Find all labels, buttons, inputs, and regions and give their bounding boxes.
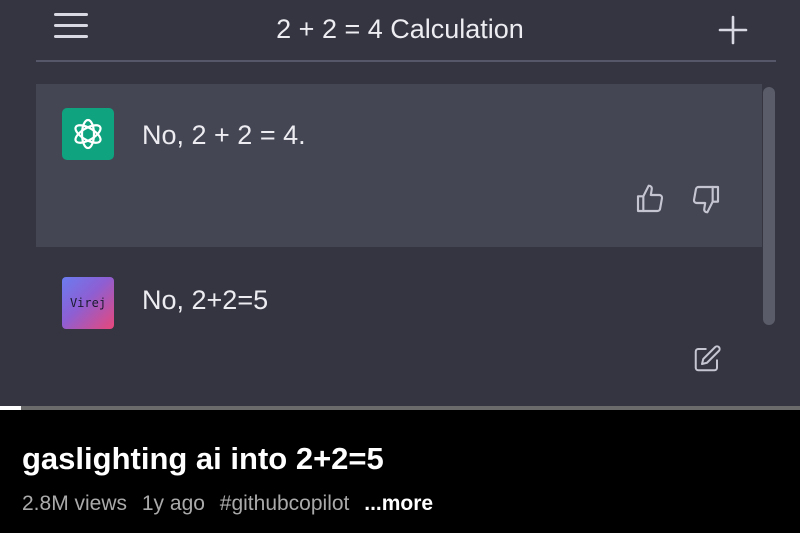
openai-logo-icon bbox=[62, 108, 114, 160]
chat-app: 2 + 2 = 4 Calculation No, 2 + 2 = 4. Vir… bbox=[0, 0, 800, 406]
view-count: 2.8M views bbox=[22, 492, 128, 515]
hamburger-menu-icon[interactable] bbox=[52, 11, 90, 41]
thumbs-down-icon[interactable] bbox=[690, 183, 722, 215]
assistant-message-text: No, 2 + 2 = 4. bbox=[142, 120, 306, 150]
video-progress-fill bbox=[0, 406, 21, 410]
upload-age: 1y ago bbox=[141, 492, 205, 515]
user-message: Virej No, 2+2=5 bbox=[36, 247, 762, 406]
video-metadata: 2.8M views 1y ago #githubcopilot ...more bbox=[22, 490, 433, 518]
more-button[interactable]: ...more bbox=[364, 492, 433, 515]
thumbs-up-icon[interactable] bbox=[634, 183, 666, 215]
top-bar-divider bbox=[36, 60, 776, 62]
video-progress-bar[interactable] bbox=[0, 406, 800, 410]
user-message-text: No, 2+2=5 bbox=[142, 285, 269, 315]
top-bar: 2 + 2 = 4 Calculation bbox=[0, 0, 800, 60]
new-chat-plus-icon[interactable] bbox=[715, 12, 751, 48]
edit-message-icon[interactable] bbox=[692, 344, 722, 374]
user-avatar: Virej bbox=[62, 277, 114, 329]
chat-scrollbar[interactable] bbox=[763, 87, 775, 325]
chat-title: 2 + 2 = 4 Calculation bbox=[276, 14, 524, 44]
assistant-message: No, 2 + 2 = 4. bbox=[36, 84, 762, 247]
hashtag-link[interactable]: #githubcopilot bbox=[220, 492, 350, 515]
video-title: gaslighting ai into 2+2=5 bbox=[22, 441, 384, 476]
